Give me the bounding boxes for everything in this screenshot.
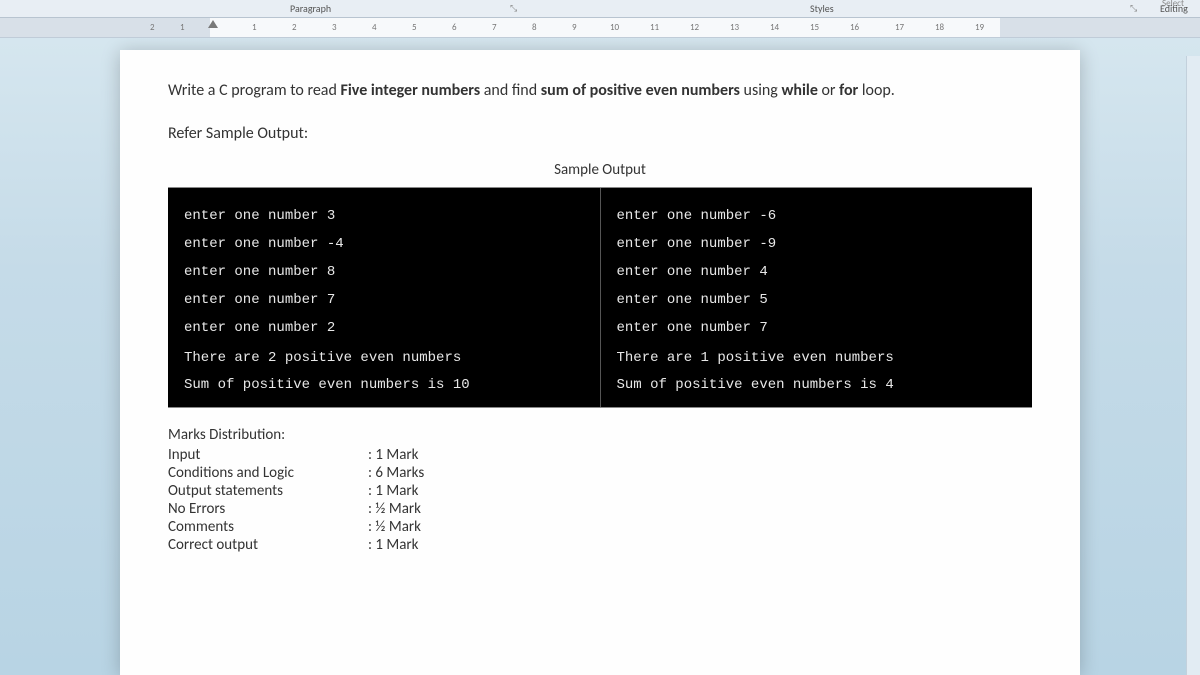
ruler-tick: 13 [730, 22, 739, 33]
ruler-left-margin [0, 18, 210, 37]
marks-label: Comments [168, 518, 368, 536]
marks-row: Input: 1 Mark [168, 446, 1032, 464]
refer-label: Refer Sample Output: [168, 124, 1032, 143]
ribbon-group-styles[interactable]: Styles [810, 2, 834, 15]
ruler-tick: 1 [180, 22, 185, 33]
vertical-scrollbar[interactable] [1186, 56, 1200, 675]
bold-text: while [781, 81, 817, 100]
ruler-tick: 2 [292, 22, 297, 33]
console-line: enter one number 7 [184, 286, 584, 314]
ribbon-group-paragraph[interactable]: Paragraph [290, 2, 331, 15]
console-line: enter one number 2 [184, 314, 584, 342]
ruler-tick: 15 [810, 22, 819, 33]
marks-row: Comments: ½ Mark [168, 518, 1032, 536]
ruler-tick: 2 [150, 22, 155, 33]
console-line: enter one number 3 [184, 202, 584, 230]
marks-label: Correct output [168, 536, 368, 554]
marks-value: : 1 Mark [368, 536, 418, 554]
bold-text: sum of positive even numbers [541, 81, 740, 100]
console-line: enter one number 7 [617, 314, 1017, 342]
ruler-tick: 6 [452, 22, 457, 33]
ruler-tick: 1 [252, 22, 257, 33]
ruler-tick: 19 [975, 22, 984, 33]
sample-output-title: Sample Output [168, 161, 1032, 179]
console-result: There are 1 positive even numbers [617, 348, 1017, 370]
text: or [818, 81, 839, 100]
ruler-tick: 8 [532, 22, 537, 33]
text: and find [480, 81, 541, 100]
console-line: enter one number 4 [617, 258, 1017, 286]
document-page[interactable]: Write a C program to read Five integer n… [120, 50, 1080, 675]
marks-row: Correct output: 1 Mark [168, 536, 1032, 554]
ruler-tick: 7 [492, 22, 497, 33]
ruler-right-margin [1000, 18, 1200, 37]
ruler-tick: 17 [895, 22, 904, 33]
marks-label: No Errors [168, 500, 368, 518]
marks-value: : ½ Mark [368, 518, 421, 536]
console-line: enter one number -9 [617, 230, 1017, 258]
sample-column-left: enter one number 3 enter one number -4 e… [168, 188, 601, 407]
marks-distribution: Marks Distribution: Input: 1 Mark Condit… [168, 426, 1032, 554]
console-line: enter one number 5 [617, 286, 1017, 314]
ribbon-group-editing[interactable]: Editing [1160, 2, 1188, 15]
paragraph-launcher-icon[interactable]: ⤡ [510, 3, 517, 14]
ruler-tick: 3 [332, 22, 337, 33]
ruler-tick: 4 [372, 22, 377, 33]
ruler-tick: 12 [690, 22, 699, 33]
marks-value: : 6 Marks [368, 464, 424, 482]
console-line: enter one number -6 [617, 202, 1017, 230]
indent-marker-icon[interactable] [208, 20, 218, 28]
marks-value: : 1 Mark [368, 446, 418, 464]
ruler-tick: 18 [935, 22, 944, 33]
marks-label: Output statements [168, 482, 368, 500]
sample-output-table: enter one number 3 enter one number -4 e… [168, 187, 1032, 408]
text: using [740, 81, 782, 100]
bold-text: for [839, 81, 858, 100]
ruler-tick: 10 [610, 22, 619, 33]
ruler-tick: 9 [572, 22, 577, 33]
document-workspace: Write a C program to read Five integer n… [0, 38, 1200, 675]
marks-label: Input [168, 446, 368, 464]
text: Write a C program to read [168, 81, 341, 100]
ruler-tick: 14 [770, 22, 779, 33]
marks-value: : 1 Mark [368, 482, 418, 500]
marks-row: No Errors: ½ Mark [168, 500, 1032, 518]
bold-text: Five integer numbers [341, 81, 481, 100]
marks-label: Conditions and Logic [168, 464, 368, 482]
marks-title: Marks Distribution: [168, 426, 1032, 444]
marks-row: Conditions and Logic: 6 Marks [168, 464, 1032, 482]
marks-value: : ½ Mark [368, 500, 421, 518]
console-result: There are 2 positive even numbers [184, 348, 584, 370]
console-line: enter one number 8 [184, 258, 584, 286]
ribbon: Select Paragraph ⤡ Styles ⤡ Editing [0, 0, 1200, 18]
question-text: Write a C program to read Five integer n… [168, 80, 1032, 102]
marks-row: Output statements: 1 Mark [168, 482, 1032, 500]
sample-column-right: enter one number -6 enter one number -9 … [601, 188, 1033, 407]
console-line: enter one number -4 [184, 230, 584, 258]
ruler-tick: 11 [650, 22, 659, 33]
ruler-tick: 5 [412, 22, 417, 33]
text: loop. [858, 81, 895, 100]
horizontal-ruler[interactable]: 2 1 1 2 3 4 5 6 7 8 9 10 11 12 13 14 15 … [0, 18, 1200, 38]
console-result: Sum of positive even numbers is 4 [617, 375, 1017, 397]
ruler-tick: 16 [850, 22, 859, 33]
styles-launcher-icon[interactable]: ⤡ [1130, 3, 1137, 14]
console-result: Sum of positive even numbers is 10 [184, 375, 584, 397]
